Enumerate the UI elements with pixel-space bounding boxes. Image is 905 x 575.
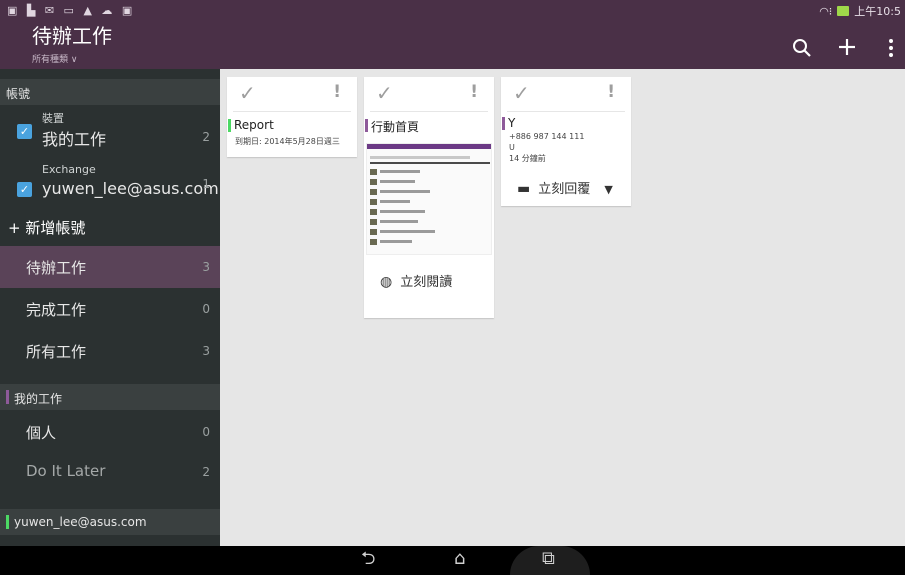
- message-icon: ▬: [517, 181, 531, 197]
- thumbnail-line: [380, 240, 412, 243]
- task-card-call[interactable]: ✓ ! Y +886 987 144 111 U 14 分鐘前 ▬ 立刻回覆 ▼: [501, 77, 631, 206]
- thumbnail-image: [370, 219, 377, 225]
- color-bar: [365, 119, 368, 132]
- filter-pending[interactable]: 待辦工作 3: [0, 246, 220, 288]
- category-dropdown[interactable]: 所有種類 ∨: [32, 52, 77, 65]
- webpage-thumbnail[interactable]: [366, 143, 492, 255]
- priority-icon[interactable]: !: [607, 82, 615, 102]
- action-bar: ▣ ▙ ✉ ▭ ▲ ☁ ▣ ◠⁝ 上午10:5 待辦工作 所有種類 ∨: [0, 0, 905, 69]
- color-bar: [6, 390, 9, 404]
- thumbnail-line: [380, 210, 425, 213]
- thumbnail-line: [380, 170, 420, 173]
- caller-info: +886 987 144 111 U 14 分鐘前: [509, 131, 631, 164]
- check-icon[interactable]: ✓: [17, 182, 32, 197]
- notification-icons: ▣ ▙ ✉ ▭ ▲ ☁ ▣: [7, 4, 136, 17]
- thumbnail-line: [380, 220, 418, 223]
- thumbnail-image: [370, 189, 377, 195]
- priority-icon[interactable]: !: [333, 82, 341, 102]
- task-card-webpage[interactable]: ✓ ! 行動首頁 ◍ 立刻閱讀: [364, 77, 494, 318]
- overflow-menu-icon[interactable]: [888, 38, 894, 63]
- task-title: Y: [502, 116, 631, 130]
- navigation-drawer: 帳號 ✓ 裝置 我的工作 2 ✓ Exchange yuwen_lee@asus…: [0, 69, 220, 546]
- page-title[interactable]: 待辦工作: [32, 20, 112, 49]
- check-icon[interactable]: ✓: [17, 124, 32, 139]
- add-icon[interactable]: [838, 38, 856, 61]
- back-icon[interactable]: ⮌: [361, 550, 375, 568]
- thumbnail-image: [370, 209, 377, 215]
- account-count: 2: [202, 130, 210, 144]
- status-right: ◠⁝ 上午10:5: [819, 3, 901, 19]
- thumbnail-line: [380, 180, 415, 183]
- thumbnail-line: [370, 156, 470, 159]
- time-ago: 14 分鐘前: [509, 154, 546, 163]
- account-name: 我的工作: [42, 130, 107, 149]
- task-card-report[interactable]: ✓ ! Report 到期日: 2014年5月28日週三: [227, 77, 357, 157]
- list-do-it-later[interactable]: Do It Later 2: [0, 451, 220, 493]
- add-account-button[interactable]: + 新增帳號: [8, 217, 85, 238]
- account-row-exchange[interactable]: ✓ Exchange yuwen_lee@asus.com 1: [0, 159, 220, 209]
- thumbnail-image: [370, 239, 377, 245]
- battery-icon: [837, 6, 850, 16]
- phone-number: +886 987 144 111: [509, 132, 585, 141]
- reply-now-button[interactable]: ▬ 立刻回覆 ▼: [517, 178, 631, 197]
- color-bar: [228, 119, 231, 132]
- read-now-button[interactable]: ◍ 立刻閱讀: [380, 271, 494, 290]
- account-row-device[interactable]: ✓ 裝置 我的工作 2: [0, 106, 220, 156]
- check-icon[interactable]: ✓: [513, 83, 530, 103]
- thumbnail-header: [367, 144, 491, 149]
- account-type: 裝置: [42, 112, 64, 125]
- thumbnail-line: [370, 162, 490, 164]
- accounts-header: 帳號: [0, 79, 220, 105]
- account-type: Exchange: [42, 163, 96, 176]
- thumbnail-image: [370, 179, 377, 185]
- home-icon[interactable]: ⌂: [454, 550, 465, 568]
- color-bar: [6, 515, 9, 529]
- system-nav-bar: ⮌ ⌂ ⧉: [0, 546, 905, 575]
- task-title: 行動首頁: [365, 118, 494, 135]
- mytasks-header: 我的工作: [0, 384, 220, 410]
- account-name: yuwen_lee@asus.com: [42, 179, 219, 198]
- exchange-header: yuwen_lee@asus.com: [0, 509, 220, 535]
- filter-all[interactable]: 所有工作 3: [0, 330, 220, 372]
- recent-apps-icon[interactable]: ⧉: [542, 550, 555, 568]
- wifi-icon: ◠⁝: [819, 4, 833, 18]
- filter-completed[interactable]: 完成工作 0: [0, 288, 220, 330]
- caller-line: U: [509, 143, 515, 152]
- account-count: 1: [202, 177, 210, 191]
- color-bar: [502, 117, 505, 130]
- task-title: Report: [228, 118, 357, 132]
- dropdown-arrow-icon[interactable]: ▼: [604, 183, 612, 196]
- thumbnail-image: [370, 199, 377, 205]
- thumbnail-image: [370, 229, 377, 235]
- clock: 上午10:5: [854, 5, 901, 18]
- list-personal[interactable]: 個人 0: [0, 411, 220, 453]
- thumbnail-line: [380, 190, 430, 193]
- thumbnail-line: [380, 230, 435, 233]
- check-icon[interactable]: ✓: [239, 83, 256, 103]
- due-date: 到期日: 2014年5月28日週三: [235, 137, 340, 146]
- priority-icon[interactable]: !: [470, 82, 478, 102]
- search-icon[interactable]: [792, 38, 812, 63]
- thumbnail-line: [380, 200, 410, 203]
- check-icon[interactable]: ✓: [376, 83, 393, 103]
- globe-icon: ◍: [380, 274, 393, 290]
- thumbnail-image: [370, 169, 377, 175]
